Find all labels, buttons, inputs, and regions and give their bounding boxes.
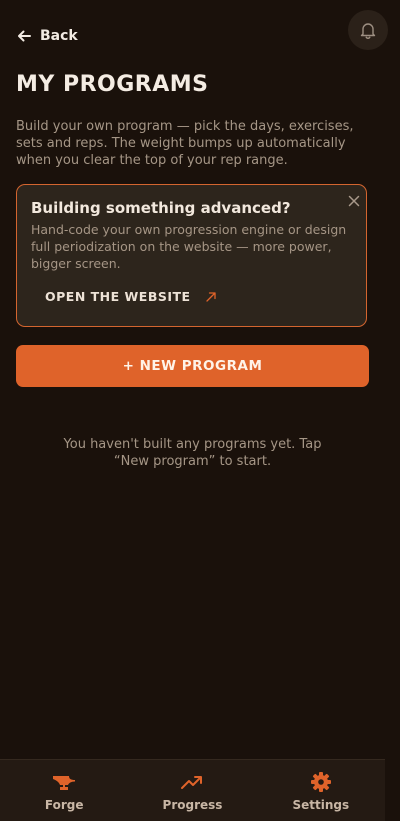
tab-progress[interactable]: Progress	[128, 760, 256, 821]
promo-close-button[interactable]	[346, 193, 362, 209]
gear-icon	[310, 772, 331, 792]
tab-settings[interactable]: Settings	[257, 760, 385, 821]
tab-forge[interactable]: Forge	[0, 760, 128, 821]
website-promo-card: Building something advanced? Hand-code y…	[16, 184, 367, 327]
empty-state-text: You haven't built any programs yet. Tap …	[63, 437, 322, 469]
arrow-left-icon	[18, 30, 31, 42]
external-arrow-icon	[205, 291, 216, 302]
new-program-button[interactable]: + NEW PROGRAM	[16, 345, 369, 387]
promo-text: Hand-code your own progression engine or…	[31, 222, 347, 271]
tab-label: Progress	[162, 798, 223, 812]
open-website-label: OPEN THE WEBSITE	[45, 289, 191, 304]
back-label: Back	[40, 28, 78, 44]
anvil-icon	[53, 776, 76, 790]
bottom-tab-bar: Forge Progress Settings	[0, 759, 385, 821]
bell-icon	[360, 23, 376, 40]
page-title: MY PROGRAMS	[16, 72, 209, 97]
tab-label: Forge	[44, 798, 84, 812]
open-website-link[interactable]: OPEN THE WEBSITE	[45, 289, 217, 304]
top-bar: Back	[0, 0, 400, 72]
tab-label: Settings	[292, 798, 350, 812]
promo-title: Building something advanced?	[31, 199, 291, 217]
notifications-button[interactable]	[348, 10, 388, 50]
back-button[interactable]: Back	[16, 25, 78, 47]
trend-up-icon	[181, 776, 203, 789]
intro-text: Build your own program — pick the days, …	[16, 119, 354, 168]
close-icon	[348, 195, 360, 207]
